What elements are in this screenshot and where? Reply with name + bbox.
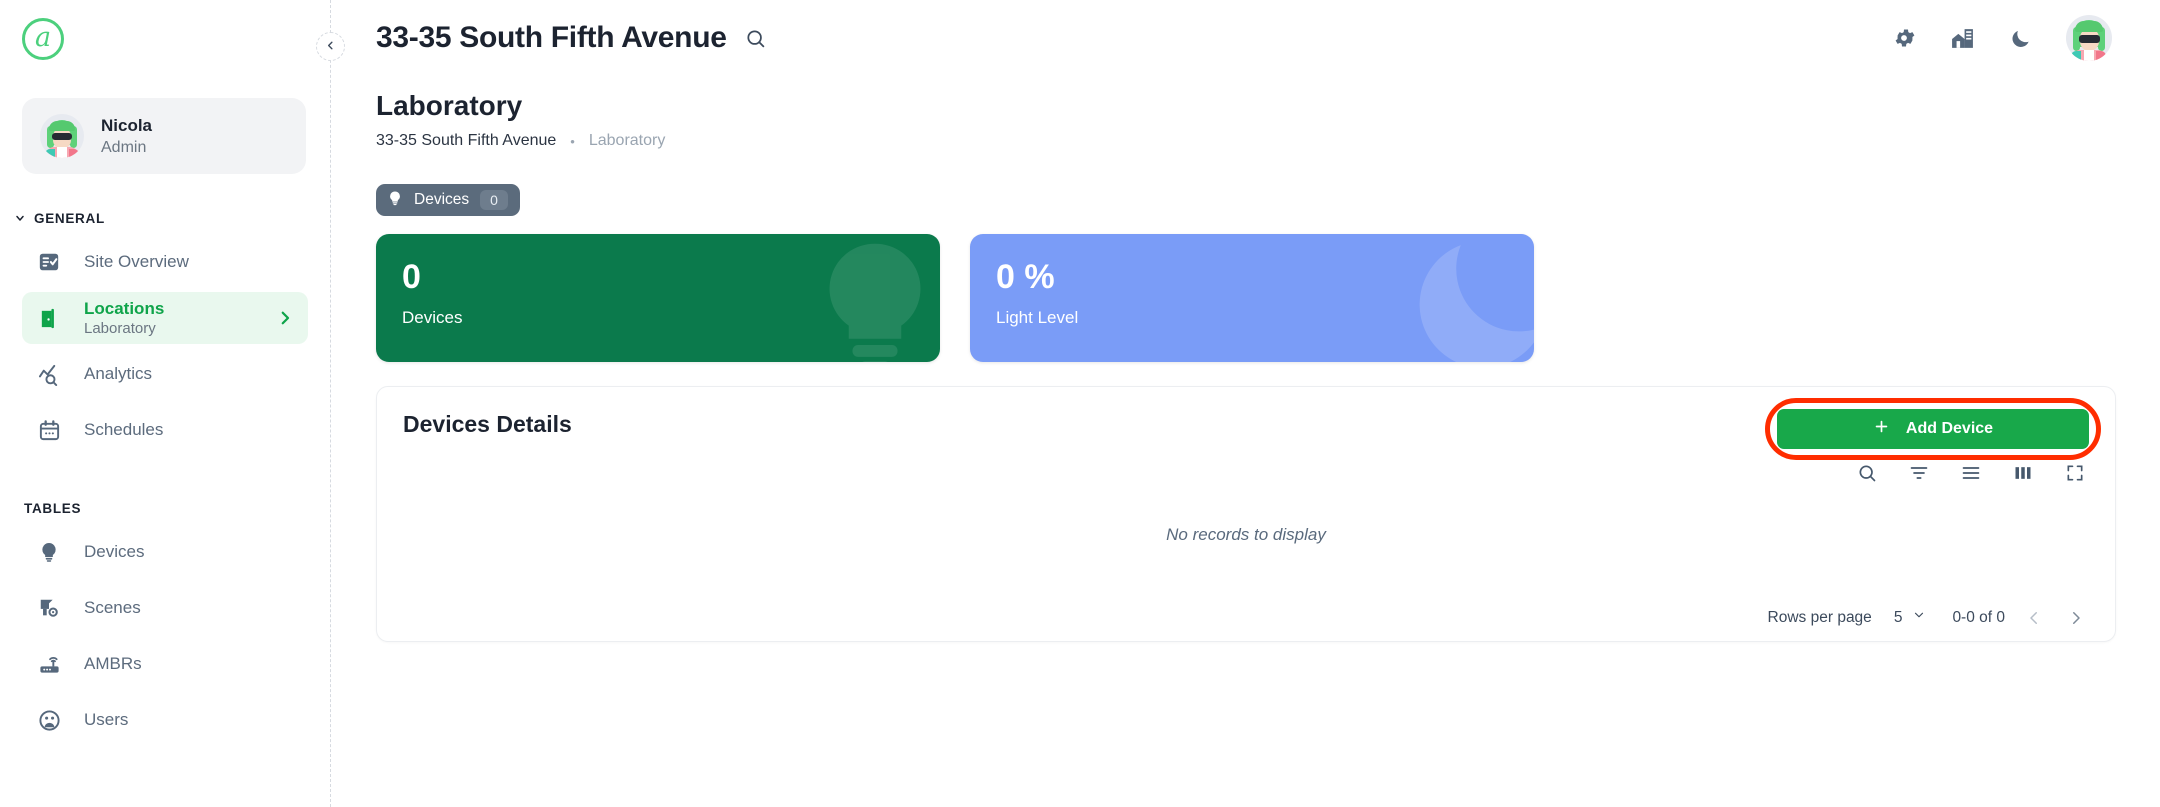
user-role: Admin (101, 138, 147, 156)
sidebar-item-label: Locations (84, 298, 165, 318)
analytics-icon (36, 361, 62, 387)
building-icon[interactable] (1950, 26, 1975, 51)
sidebar-item-devices[interactable]: Devices (22, 526, 308, 578)
sidebar-section-label: TABLES (24, 500, 82, 516)
sidebar-user-card[interactable]: Nicola Admin (22, 98, 306, 174)
sidebar-divider (330, 0, 331, 807)
scenes-icon (36, 595, 62, 621)
add-device-label: Add Device (1905, 420, 1994, 437)
rows-per-page-select[interactable]: 5 (1894, 608, 1927, 627)
site-overview-icon (36, 249, 62, 275)
stat-cards: 0 Devices 0 % Light Level (376, 234, 2116, 362)
page-title: 33-35 South Fifth Avenue (376, 21, 727, 54)
panel-header: Devices Details Add Device (377, 387, 2115, 460)
sidebar-item-site-overview[interactable]: Site Overview (22, 236, 308, 288)
pagination: Rows per page 5 0-0 of 0 (1768, 608, 2089, 627)
user-name: Nicola (101, 115, 153, 135)
table-columns-button[interactable] (2013, 463, 2033, 483)
chevron-right-icon[interactable] (276, 309, 294, 327)
sidebar-item-label: AMBRs (84, 654, 142, 674)
chevron-down-icon (14, 212, 26, 224)
breadcrumb-item-current: Laboratory (588, 132, 666, 149)
door-icon (36, 305, 62, 331)
sidebar-item-label: Devices (84, 542, 145, 562)
chevron-down-icon (1912, 608, 1926, 627)
table-density-button[interactable] (1961, 463, 1981, 483)
add-device-container: Add Device (1765, 398, 2101, 460)
table-fullscreen-button[interactable] (2065, 463, 2085, 483)
topbar-actions (1892, 15, 2116, 61)
plus-icon (1873, 418, 1890, 440)
stat-label: Devices (402, 308, 463, 327)
moon-icon (1393, 234, 1534, 362)
topbar: 33-35 South Fifth Avenue (376, 0, 2116, 72)
sidebar-collapse-button[interactable] (316, 32, 345, 61)
table-search-button[interactable] (1857, 463, 1877, 483)
app-root: a Nicola Admin GENERAL Site Overview Loc… (0, 0, 2160, 807)
breadcrumb-item-site[interactable]: 33-35 South Fifth Avenue (376, 132, 556, 150)
panel-title: Devices Details (403, 411, 572, 437)
sidebar-item-label: Site Overview (84, 252, 189, 272)
sidebar-item-label: Scenes (84, 598, 141, 618)
sidebar-item-users[interactable]: Users (22, 694, 308, 746)
logo-letter: a (34, 21, 52, 53)
sidebar-item-label: Analytics (84, 364, 153, 384)
sidebar-item-ambrs[interactable]: AMBRs (22, 638, 308, 690)
sidebar-section-tables: TABLES (0, 494, 330, 522)
empty-state-message: No records to display (1166, 525, 1326, 544)
pagination-next-button[interactable] (2063, 609, 2089, 627)
tab-bar: Devices 0 (376, 184, 2116, 216)
app-logo[interactable]: a (0, 0, 330, 68)
bulb-icon (800, 234, 940, 362)
table-filter-button[interactable] (1909, 463, 1929, 483)
rows-per-page-label: Rows per page (1767, 608, 1872, 626)
search-icon[interactable] (745, 28, 766, 49)
breadcrumb-separator: • (570, 133, 575, 149)
avatar (40, 114, 84, 158)
sidebar-item-analytics[interactable]: Analytics (22, 348, 308, 400)
stat-card-devices: 0 Devices (376, 234, 940, 362)
bulb-icon (387, 190, 403, 211)
stat-value: 0 (402, 258, 421, 296)
stat-label: Light Level (996, 308, 1079, 327)
sidebar: a Nicola Admin GENERAL Site Overview Loc… (0, 0, 330, 807)
pagination-range: 0-0 of 0 (1952, 608, 2005, 626)
bulb-icon (36, 539, 62, 565)
pagination-prev-button[interactable] (2021, 609, 2047, 627)
sidebar-section-label: GENERAL (34, 210, 105, 226)
avatar[interactable] (2066, 15, 2112, 61)
sidebar-item-locations[interactable]: Locations Laboratory (22, 292, 308, 344)
moon-icon[interactable] (2009, 27, 2032, 50)
gear-icon[interactable] (1892, 26, 1916, 50)
router-icon (36, 651, 62, 677)
sidebar-item-sublabel: Laboratory (84, 319, 156, 337)
stat-card-light-level: 0 % Light Level (970, 234, 1534, 362)
sidebar-section-general[interactable]: GENERAL (0, 204, 330, 232)
sidebar-item-scenes[interactable]: Scenes (22, 582, 308, 634)
section-title: Laboratory (376, 90, 523, 121)
tab-count-badge: 0 (480, 190, 508, 210)
calendar-icon (36, 417, 62, 443)
sidebar-item-schedules[interactable]: Schedules (22, 404, 308, 456)
stat-value: 0 % (996, 258, 1055, 296)
tab-label: Devices (414, 191, 470, 208)
chevron-left-icon (325, 38, 336, 56)
users-icon (36, 707, 62, 733)
main-content: 33-35 South Fifth Avenue Laboratory 33-3… (330, 0, 2160, 807)
table-toolbar (377, 449, 2115, 483)
sidebar-item-label: Schedules (84, 420, 164, 440)
devices-details-panel: Devices Details Add Device No records to… (376, 386, 2116, 642)
tab-devices[interactable]: Devices 0 (376, 184, 520, 216)
rows-per-page-value: 5 (1893, 608, 1903, 626)
breadcrumb: 33-35 South Fifth Avenue • Laboratory (376, 132, 2116, 150)
sidebar-item-label: Users (84, 710, 129, 730)
add-device-button[interactable]: Add Device (1777, 409, 2089, 449)
